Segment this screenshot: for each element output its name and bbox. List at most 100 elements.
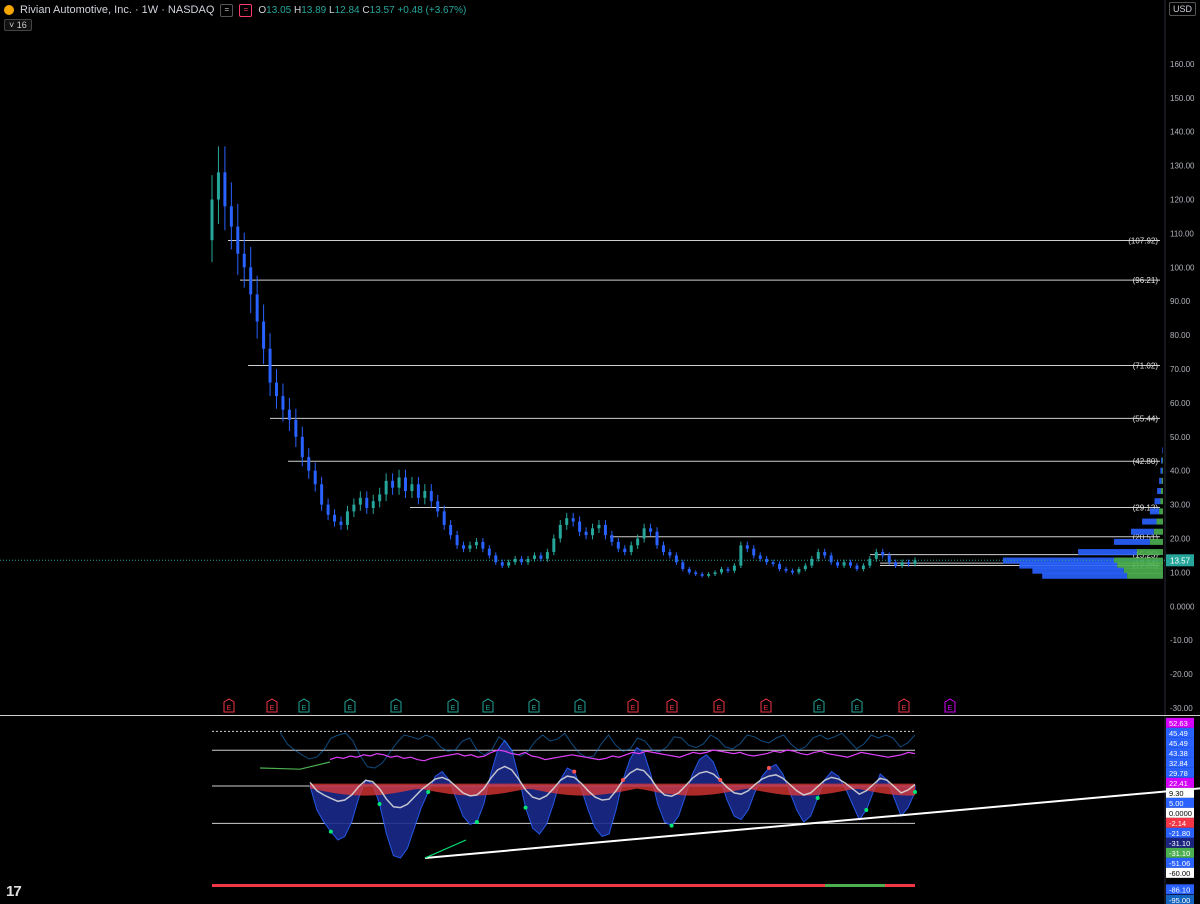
candle-body [849, 562, 853, 566]
candle-body [668, 552, 672, 556]
candle-body [274, 382, 278, 397]
candle-body [584, 531, 588, 536]
candle-body [397, 477, 401, 488]
candle-body [874, 552, 878, 559]
candle-body [216, 172, 220, 200]
candle-body [713, 572, 717, 575]
currency-button[interactable]: USD [1168, 2, 1196, 16]
volume-profile-bar [1161, 477, 1163, 484]
candle-body [565, 518, 569, 525]
candle-body [481, 541, 485, 549]
candle-body [881, 552, 885, 556]
divergence-dot [620, 778, 625, 782]
candle-body [700, 574, 704, 576]
candle-body [455, 535, 459, 546]
candle-body [552, 538, 556, 553]
candle-body [707, 574, 711, 576]
tradingview-logo-icon[interactable]: 17 [6, 883, 22, 900]
divergence-dot [718, 778, 723, 782]
candle-body [449, 524, 453, 536]
oscillator-tick-label: -31.10 [1169, 839, 1190, 848]
trend-strip-green [825, 884, 885, 887]
candle-body [384, 480, 388, 495]
candle-body [861, 565, 865, 570]
candle-body [345, 511, 349, 525]
price-tick-label: 100.00 [1170, 263, 1195, 272]
candle-body [610, 535, 614, 542]
volume-profile-bar [1160, 498, 1163, 505]
candle-body [500, 562, 504, 566]
oscillator-tick-label: 29.78 [1169, 769, 1188, 778]
symbol-title[interactable]: Rivian Automotive, Inc. · 1W · NASDAQ [20, 4, 214, 16]
oscillator-tick-label: -21.80 [1169, 829, 1190, 838]
rivian-logo-icon [4, 5, 14, 15]
candle-body [636, 538, 640, 546]
earnings-marker-label: E [302, 705, 307, 712]
price-tick-label: -10.00 [1170, 636, 1193, 645]
price-tick-label: 90.00 [1170, 297, 1191, 306]
oscillator-tick-label: -86.10 [1169, 885, 1190, 894]
earnings-marker-label: E [717, 705, 722, 712]
candle-body [442, 511, 446, 525]
candle-body [752, 548, 756, 556]
candle-body [223, 172, 227, 207]
price-chart[interactable]: 160.00 150.00 140.00 130.00 120.00 110.00 100.… [0, 0, 1200, 904]
price-tick-label: -30.00 [1170, 704, 1193, 713]
divergence-dot [523, 805, 528, 810]
candle-body [836, 562, 840, 566]
candle-body [494, 555, 498, 563]
earnings-marker-label: E [532, 705, 537, 712]
candle-body [558, 524, 562, 539]
oscillator-tick-label: 5.00 [1169, 799, 1184, 808]
volume-profile-bar [1153, 528, 1163, 535]
level-label: (107.92) [1128, 236, 1158, 245]
price-tick-label: 160.00 [1170, 60, 1195, 69]
volume-profile-bar [1162, 467, 1163, 474]
candle-body [778, 563, 782, 570]
oscillator-tick-label: -2.14 [1169, 819, 1186, 828]
hide-menu-icon[interactable]: = [220, 3, 234, 17]
candle-body [720, 569, 724, 573]
divergence-dot [669, 823, 674, 828]
price-tick-label: 140.00 [1170, 128, 1195, 137]
candle-body [287, 409, 291, 420]
candle-body [758, 555, 762, 559]
candle-body [655, 531, 659, 546]
volume-profile-bar [1157, 488, 1162, 495]
divergence-dot [864, 808, 869, 812]
candle-body [603, 524, 607, 536]
price-tick-label: 150.00 [1170, 94, 1195, 103]
alert-icon[interactable]: = [239, 3, 253, 17]
earnings-marker-label: E [902, 705, 907, 712]
oscillator-tick-label: 45.49 [1169, 739, 1188, 748]
chevron-down-icon: ˅ [9, 20, 15, 30]
candle-body [242, 253, 246, 268]
candle-body [823, 552, 827, 556]
price-tick-label: 10.00 [1170, 568, 1191, 577]
earnings-marker-label: E [394, 705, 399, 712]
earnings-marker-label: E [578, 705, 583, 712]
price-tick-label: 60.00 [1170, 399, 1191, 408]
candle-body [391, 480, 395, 488]
candle-body [829, 555, 833, 563]
candle-body [687, 569, 691, 573]
oscillator-tick-label: 32.84 [1169, 759, 1188, 768]
oscillator-tick-label: -60.00 [1169, 869, 1190, 878]
oscillator-tick-label: -51.06 [1169, 859, 1190, 868]
chart-header: Rivian Automotive, Inc. · 1W · NASDAQ = … [4, 2, 466, 18]
oscillator-tick-label: -31.10 [1169, 849, 1190, 858]
oscillator-tick-label: 22.41 [1169, 779, 1188, 788]
volume-profile-bar [1042, 572, 1128, 579]
candle-body [507, 562, 511, 566]
interval-collapse-button[interactable]: ˅ 16 [4, 19, 32, 31]
volume-profile-bar [1154, 498, 1161, 505]
earnings-marker-label: E [348, 705, 353, 712]
candle-body [907, 562, 911, 564]
candle-body [436, 501, 440, 512]
divergence-dot [913, 790, 917, 794]
price-tick-label: 50.00 [1170, 433, 1191, 442]
candle-body [532, 555, 536, 559]
candle-body [487, 548, 491, 556]
candle-body [462, 545, 466, 549]
oscillator-green-line [259, 761, 331, 770]
